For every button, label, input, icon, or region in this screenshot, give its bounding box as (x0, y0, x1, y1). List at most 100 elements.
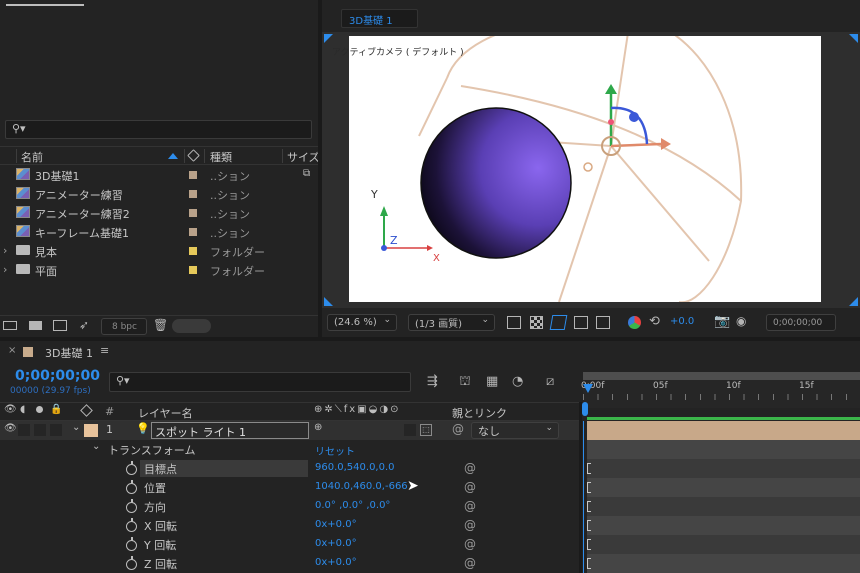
sort-ascending-icon[interactable] (168, 153, 178, 159)
column-type[interactable]: 種類 (210, 149, 232, 165)
parent-dropdown[interactable]: なし ⌄ (471, 422, 559, 439)
new-folder-icon[interactable] (29, 321, 42, 330)
property-value[interactable]: 0x+0.0° (315, 519, 357, 530)
show-snapshot-icon[interactable]: ◉ (736, 314, 746, 328)
keyframe-marker[interactable] (587, 558, 591, 569)
audio-toggle[interactable] (18, 424, 30, 436)
fast-preview-icon[interactable] (507, 316, 521, 329)
property-value[interactable]: 1040.0,460.0,-666 (315, 481, 408, 492)
pick-whip-icon[interactable]: @ (464, 556, 476, 570)
stopwatch-icon[interactable] (126, 499, 137, 513)
graph-editor-icon[interactable]: ⧄ (546, 374, 554, 389)
project-item[interactable]: › 見本 フォルダー (0, 241, 300, 260)
playhead-scrubber[interactable] (582, 402, 588, 416)
layer-name-field[interactable]: スポット ライト 1 (151, 422, 309, 439)
keyframe-marker[interactable] (587, 539, 591, 550)
property-value[interactable]: 0x+0.0° (315, 538, 357, 549)
property-row[interactable]: 目標点 960.0,540.0,0.0 @ (0, 459, 580, 478)
magnification-dropdown[interactable]: (24.6 %) ⌄ (327, 314, 397, 331)
column-parent[interactable]: 親とリンク (452, 405, 507, 421)
layer-duration-bar[interactable] (587, 421, 860, 440)
interpret-footage-icon[interactable] (3, 321, 17, 330)
chevron-down-icon[interactable]: ⌄ (92, 441, 100, 452)
work-area-bar[interactable] (583, 372, 860, 380)
frame-blending-icon[interactable]: ▦ (486, 374, 498, 389)
label-swatch[interactable] (189, 228, 197, 236)
project-item[interactable]: › 平面 フォルダー (0, 260, 300, 279)
pick-whip-icon[interactable]: @ (464, 537, 476, 551)
property-value[interactable]: 0x+0.0° (315, 557, 357, 568)
close-icon[interactable]: × (8, 345, 16, 356)
snapshot-icon[interactable]: 📷 (714, 314, 730, 329)
render-queue-icon[interactable]: ➶ (79, 318, 89, 332)
label-swatch[interactable] (189, 266, 197, 274)
color-channels-icon[interactable] (628, 316, 641, 329)
property-row[interactable]: Y 回転 0x+0.0° @ (0, 535, 580, 554)
bpc-button[interactable]: 8 bpc (101, 318, 147, 335)
trash-icon[interactable]: 🗑 (153, 318, 168, 332)
thumbnail-slider[interactable] (172, 319, 211, 333)
layer-label-swatch[interactable] (84, 424, 98, 437)
timeline-split-divider[interactable] (579, 402, 582, 573)
transform-group-row[interactable]: ⌄ トランスフォーム リセット (0, 440, 580, 459)
composition-flowchart-icon[interactable]: ⇶ (427, 374, 438, 389)
timeline-tab-label[interactable]: 3D基礎 1 (45, 345, 93, 361)
reset-exposure-icon[interactable]: ⟲ (649, 314, 660, 329)
keyframe-marker[interactable] (587, 463, 591, 474)
stopwatch-icon[interactable] (126, 480, 137, 494)
transparency-grid-icon[interactable] (530, 316, 543, 329)
lock-toggle[interactable] (50, 424, 62, 436)
3d-layer-switch[interactable]: ⬚ (420, 424, 432, 436)
timeline-search-input[interactable]: ⚲▾ (109, 372, 411, 392)
grid-guides-icon[interactable] (596, 316, 610, 329)
property-row[interactable]: 方向 0.0° ,0.0° ,0.0° @ (0, 497, 580, 516)
column-layer-name[interactable]: レイヤー名 (138, 405, 193, 421)
label-swatch[interactable] (189, 171, 197, 179)
chevron-right-icon[interactable]: › (3, 263, 7, 276)
property-value[interactable]: 960.0,540.0,0.0 (315, 462, 395, 473)
pick-whip-icon[interactable]: @ (464, 499, 476, 513)
chevron-right-icon[interactable]: › (3, 244, 7, 257)
composition-tab[interactable]: 3D基礎 1 (341, 9, 418, 28)
label-swatch[interactable] (189, 247, 197, 255)
lock-icon[interactable]: 🔒 (50, 404, 62, 415)
exposure-value[interactable]: +0.0 (670, 316, 694, 327)
column-name[interactable]: 名前 (21, 149, 43, 165)
viewer-area[interactable]: アクティブカメラ ( デフォルト ) Y Z X (322, 32, 860, 308)
mask-path-icon[interactable] (549, 315, 568, 330)
project-item[interactable]: キーフレーム基礎1 ..ション (0, 222, 300, 241)
solo-icon[interactable] (36, 406, 43, 413)
property-row[interactable]: 位置 1040.0,460.0,-666 ➤ @ (0, 478, 580, 497)
chevron-down-icon[interactable]: ⌄ (72, 422, 80, 433)
label-tag-icon[interactable] (187, 149, 200, 162)
property-value[interactable]: 0.0° ,0.0° ,0.0° (315, 500, 390, 511)
eye-icon[interactable]: 👁 (4, 423, 17, 434)
keyframe-marker[interactable] (587, 501, 591, 512)
switch-box[interactable] (404, 424, 416, 436)
label-swatch[interactable] (189, 209, 197, 217)
property-row[interactable]: Z 回転 0x+0.0° @ (0, 554, 580, 573)
shy-switch-icon[interactable]: ⊕ (314, 422, 322, 433)
pick-whip-icon[interactable]: @ (452, 422, 464, 436)
time-ruler[interactable]: 0:00f 05f 10f 15f (581, 372, 860, 408)
label-tag-icon[interactable] (80, 404, 93, 417)
current-timecode[interactable]: 0;00;00;00 (15, 368, 100, 384)
resolution-dropdown[interactable]: (1/3 画質) ⌄ (408, 314, 495, 331)
region-of-interest-icon[interactable] (574, 316, 588, 329)
property-row[interactable]: X 回転 0x+0.0° @ (0, 516, 580, 535)
pick-whip-icon[interactable]: @ (464, 461, 476, 475)
eye-icon[interactable]: 👁 (4, 404, 17, 415)
column-size[interactable]: サイズ (287, 149, 320, 165)
stopwatch-icon[interactable] (126, 461, 137, 475)
pick-whip-icon[interactable]: @ (464, 480, 476, 494)
stopwatch-icon[interactable] (126, 556, 137, 570)
audio-icon[interactable]: ◖ (20, 404, 25, 415)
flowchart-icon[interactable]: ⧉ (303, 168, 310, 179)
viewer-timecode[interactable]: 0;00;00;00 (766, 314, 836, 331)
new-composition-icon[interactable] (53, 320, 67, 331)
project-item[interactable]: 3D基礎1 ..ション ⧉ (0, 165, 310, 184)
project-search-input[interactable]: ⚲▾ (5, 120, 312, 139)
motion-blur-icon[interactable]: ◔ (512, 374, 523, 389)
panel-menu-icon[interactable]: ≡ (100, 344, 109, 357)
keyframe-marker[interactable] (587, 520, 591, 531)
